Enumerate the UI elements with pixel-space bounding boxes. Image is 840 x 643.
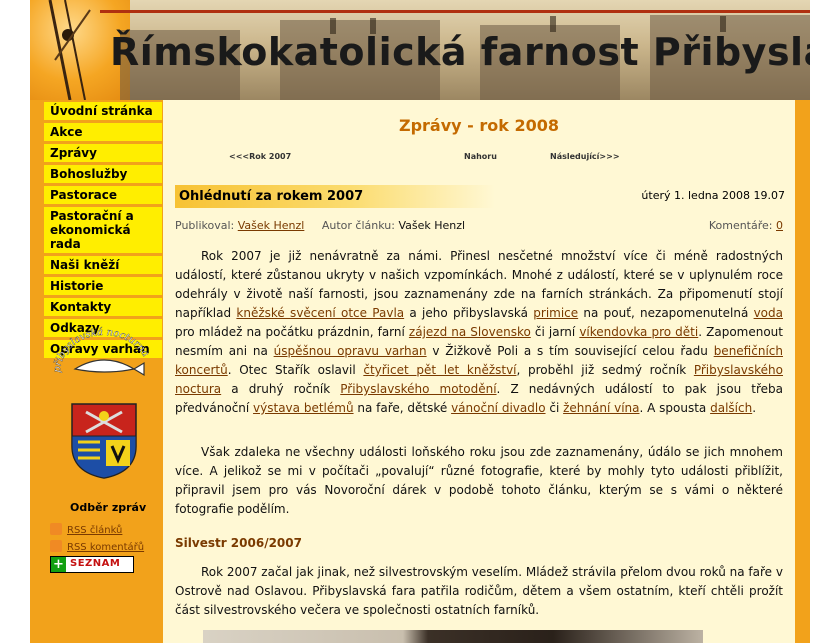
link-concerts[interactable]: koncertů [175, 363, 228, 377]
main-navigation: Úvodní stránka Akce Zprávy Bohoslužby Pa… [44, 102, 162, 361]
text: v Žižkově Poli a s tím související celou… [426, 344, 714, 358]
banner-top-line [100, 10, 810, 13]
seznam-add-button[interactable]: + SEZNAM [50, 556, 134, 573]
banner: Římskokatolická farnost Přibyslav [30, 0, 810, 100]
text: . [752, 401, 757, 415]
text: na faře, dětské [353, 401, 452, 415]
section-heading: Silvestr 2006/2007 [175, 536, 302, 550]
article-paragraph: Rok 2007 začal jak jinak, než silvestrov… [175, 565, 783, 617]
site-title: Římskokatolická farnost Přibyslav [110, 30, 810, 74]
nav-item-history[interactable]: Historie [44, 277, 162, 295]
nav-item-priests[interactable]: Naši kněží [44, 256, 162, 274]
article-title-bar: Ohlédnutí za rokem 2007 [175, 185, 495, 208]
comments-link[interactable]: 0 [776, 219, 783, 232]
published-label: Publikoval: [175, 219, 235, 232]
link-nativity-exhibition[interactable]: výstava betlémů [253, 401, 354, 415]
nav-item-contacts[interactable]: Kontakty [44, 298, 162, 316]
link-primice[interactable]: primice [533, 306, 578, 320]
seznam-label: SEZNAM [70, 558, 121, 569]
rss-comments-link[interactable]: RSS komentářů [50, 540, 144, 553]
main-content: Zprávy - rok 2008 <<<Rok 2007 Nahoru Nás… [163, 100, 795, 643]
link-more[interactable]: dalších [710, 401, 752, 415]
nav-item-council[interactable]: Pastorační a ekonomická rada [44, 207, 162, 253]
article-date: úterý 1. ledna 2008 19.07 [641, 189, 785, 202]
publisher-link[interactable]: Vašek Henzl [238, 219, 305, 232]
text: pro mládež na počátku prázdnin, farní [175, 325, 409, 339]
link-motodeni[interactable]: Přibyslavského motodění [340, 382, 496, 396]
next-link[interactable]: Následující>>> [550, 152, 620, 161]
nav-item-home[interactable]: Úvodní stránka [44, 102, 162, 120]
comments-count: Komentáře: 0 [709, 219, 783, 232]
comments-label: Komentáře: [708, 219, 773, 232]
rss-icon [50, 523, 62, 535]
rss-icon [50, 540, 62, 552]
link-slovakia-trip[interactable]: zájezd na Slovensko [409, 325, 531, 339]
page: Římskokatolická farnost Přibyslav Úvodní… [30, 0, 810, 643]
article-paragraph: Však zdaleka ne všechny události loňskéh… [175, 445, 783, 516]
page-title: Zprávy - rok 2008 [398, 116, 559, 135]
article-photo[interactable] [203, 630, 703, 643]
text: . Otec Stařík oslavil [227, 363, 364, 377]
coat-of-arms-icon [71, 403, 137, 479]
article-paragraph: Rok 2007 je již nenávratně za námi. Přin… [175, 247, 783, 418]
link-wine-blessing[interactable]: žehnání vína [563, 401, 639, 415]
link-christmas-theatre[interactable]: vánoční divadlo [451, 401, 545, 415]
plus-icon: + [51, 557, 66, 572]
text: či jarní [530, 325, 580, 339]
text: , proběhl již sedmý ročník [516, 363, 694, 377]
up-link[interactable]: Nahoru [464, 152, 497, 161]
link-voda[interactable]: voda [754, 306, 783, 320]
text: na pouť, nezapomenutelná [578, 306, 754, 320]
text: či [545, 401, 564, 415]
nav-item-services[interactable]: Bohoslužby [44, 165, 162, 183]
rss-comments-label: RSS komentářů [67, 542, 145, 553]
article-title: Ohlédnutí za rokem 2007 [179, 189, 364, 204]
article-meta: Publikoval: Vašek Henzl Autor článku: Va… [175, 219, 783, 232]
nocturna-logo[interactable]: přibyslavská nocturna [50, 325, 158, 383]
rss-articles-label: RSS článků [67, 525, 123, 536]
rss-articles-link[interactable]: RSS článků [50, 523, 122, 536]
link-ordination[interactable]: kněžské svěcení otce Pavla [236, 306, 404, 320]
author-label: Autor článku: [321, 219, 395, 232]
feeds-heading: Odběr zpráv [70, 501, 147, 514]
text: . A spousta [639, 401, 711, 415]
prev-year-link[interactable]: <<<Rok 2007 [229, 152, 291, 161]
text: a jeho přibyslavská [404, 306, 534, 320]
text: a druhý ročník [221, 382, 341, 396]
link-organ-repair[interactable]: úspěšnou opravu varhan [274, 344, 427, 358]
link-benefit[interactable]: benefičních [714, 344, 783, 358]
link-kids-weekend[interactable]: víkendovka pro děti [579, 325, 698, 339]
author-name: Vašek Henzl [398, 219, 466, 232]
nav-item-news[interactable]: Zprávy [44, 144, 162, 162]
nav-item-pastoral-care[interactable]: Pastorace [44, 186, 162, 204]
link-priesthood-anniversary[interactable]: čtyřicet pět let kněžství [363, 363, 516, 377]
nav-item-events[interactable]: Akce [44, 123, 162, 141]
